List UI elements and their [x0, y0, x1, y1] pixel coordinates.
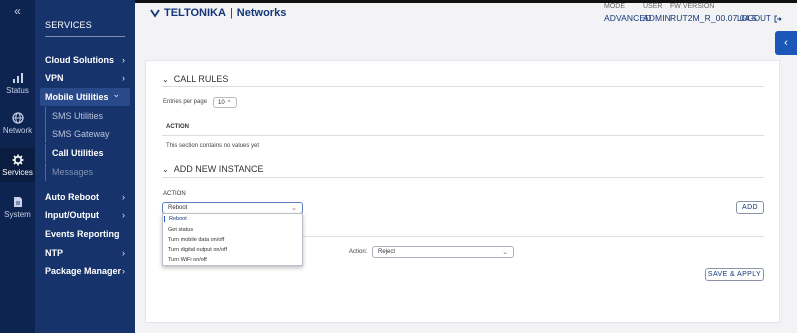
sidebar-title: SERVICES [45, 20, 92, 30]
chevron-right-icon: › [122, 192, 125, 202]
entries-per-page-select[interactable]: 10 ^ [213, 97, 237, 108]
user-label: USER [643, 3, 663, 10]
user-info: USER ADMIN [643, 3, 671, 23]
action2-label: Action: [349, 249, 368, 255]
chevron-right-icon: › [122, 210, 125, 220]
add-new-instance-header[interactable]: ⌄ ADD NEW INSTANCE [162, 164, 264, 174]
sidebar-item-label: Events Reporting [45, 229, 120, 239]
collapse-chevron-icon: ⌄ [162, 74, 169, 84]
empty-table-message: This section contains no values yet [166, 143, 260, 149]
sidebar-subitem-messages[interactable]: Messages [45, 163, 130, 181]
sidebar-title-divider [45, 36, 125, 37]
sidebar-item-package-manager[interactable]: Package Manager › [35, 262, 135, 280]
teltonika-mark-icon [150, 9, 160, 18]
save-apply-button[interactable]: SAVE & APPLY [705, 268, 764, 281]
sidebar-subitem-sms-utilities[interactable]: SMS Utilities [45, 107, 130, 125]
bar-chart-icon [12, 73, 23, 83]
sidebar-item-label: Auto Reboot [45, 192, 99, 202]
chevron-down-icon: ⌄ [112, 89, 120, 99]
sidebar-item-label: Input/Output [45, 210, 99, 220]
rail-item-network[interactable]: Network [0, 112, 35, 138]
chevron-right-icon: › [122, 55, 125, 65]
entries-per-page-value: 10 [218, 99, 225, 106]
add-new-instance-title: ADD NEW INSTANCE [173, 164, 264, 174]
rail-label-services: Services [2, 168, 33, 177]
brand-name: TELTONIKA [164, 7, 226, 19]
rail-item-status[interactable]: Status [0, 72, 35, 98]
dropdown-option-digital-output[interactable]: Turn digital output on/off [168, 247, 227, 253]
user-value[interactable]: ADMIN [643, 13, 671, 23]
column-header-action: ACTION [166, 124, 189, 130]
chevron-up-icon: ^ [227, 99, 231, 106]
call-rules-title: CALL RULES [173, 74, 229, 84]
sidebar-item-auto-reboot[interactable]: Auto Reboot › [35, 188, 135, 206]
action-dropdown-list: Reboot Get status Turn mobile data on/of… [162, 213, 303, 266]
sidebar-item-vpn[interactable]: VPN › [35, 69, 135, 87]
sidebar: SERVICES Cloud Solutions › VPN › Mobile … [35, 0, 135, 333]
document-icon [13, 197, 22, 207]
rail-label-network: Network [2, 126, 33, 135]
icon-rail: « Status Network Services System [0, 0, 35, 333]
action-label: ACTION [163, 191, 186, 197]
row-divider [303, 236, 764, 237]
panel-toggle-button[interactable]: ‹ [775, 31, 797, 55]
rail-item-services[interactable]: Services [0, 148, 35, 182]
action-select-value: Reboot [168, 205, 188, 211]
sidebar-subitem-call-utilities[interactable]: Call Utilities [45, 144, 130, 162]
collapse-menu-icon[interactable]: « [0, 4, 35, 18]
chevron-right-icon: › [122, 73, 125, 83]
entries-per-page-label: Entries per page [163, 99, 208, 105]
table-header-divider [162, 135, 764, 136]
collapse-chevron-icon: ⌄ [162, 164, 169, 174]
sidebar-item-ntp[interactable]: NTP › [35, 244, 135, 262]
chevron-down-icon: ⌄ [291, 205, 297, 212]
mode-label: MODE [604, 3, 625, 10]
sidebar-item-events-reporting[interactable]: Events Reporting [35, 225, 135, 243]
chevron-down-icon: ⌄ [502, 249, 508, 256]
logout-icon [774, 15, 782, 22]
dropdown-option-reboot[interactable]: Reboot [164, 216, 187, 222]
teltonika-logo[interactable]: TELTONIKA | Networks [150, 7, 286, 19]
action2-select-value: Reject [378, 249, 396, 255]
sidebar-item-label: Package Manager [45, 266, 122, 276]
content-card [145, 60, 780, 323]
sidebar-subitem-sms-gateway[interactable]: SMS Gateway [45, 125, 130, 143]
dropdown-option-wifi[interactable]: Turn WiFi on/off [168, 257, 207, 263]
fw-label: FW VERSION [670, 3, 715, 10]
logout-label: LOGOUT [737, 14, 771, 23]
brand-separator: | [229, 7, 233, 19]
call-rules-header[interactable]: ⌄ CALL RULES [162, 74, 228, 84]
sidebar-item-label: Cloud Solutions [45, 55, 114, 65]
sidebar-item-label: NTP [45, 248, 63, 258]
sidebar-item-label: Mobile Utilities [45, 92, 109, 102]
sidebar-item-label: VPN [45, 73, 64, 83]
section-divider [162, 177, 764, 178]
globe-icon [11, 112, 24, 124]
rail-item-system[interactable]: System [0, 196, 35, 222]
dropdown-option-mobile-data[interactable]: Turn mobile data on/off [168, 237, 224, 243]
section-divider [162, 86, 764, 87]
action2-select[interactable]: Reject ⌄ [372, 246, 514, 258]
chevron-right-icon: › [122, 248, 125, 258]
sidebar-item-input-output[interactable]: Input/Output › [35, 206, 135, 224]
chevron-left-icon: ‹ [784, 37, 788, 49]
chevron-right-icon: › [122, 266, 125, 276]
brand-suffix: Networks [236, 7, 287, 19]
rail-label-system: System [4, 210, 31, 219]
rail-label-status: Status [6, 86, 29, 95]
gear-icon [12, 154, 23, 166]
sidebar-item-cloud-solutions[interactable]: Cloud Solutions › [35, 51, 135, 69]
add-button[interactable]: ADD [736, 201, 764, 214]
sidebar-item-mobile-utilities[interactable]: Mobile Utilities ⌄ [40, 88, 130, 106]
dropdown-option-get-status[interactable]: Get status [168, 227, 193, 233]
logout-button[interactable]: LOGOUT [737, 14, 782, 23]
